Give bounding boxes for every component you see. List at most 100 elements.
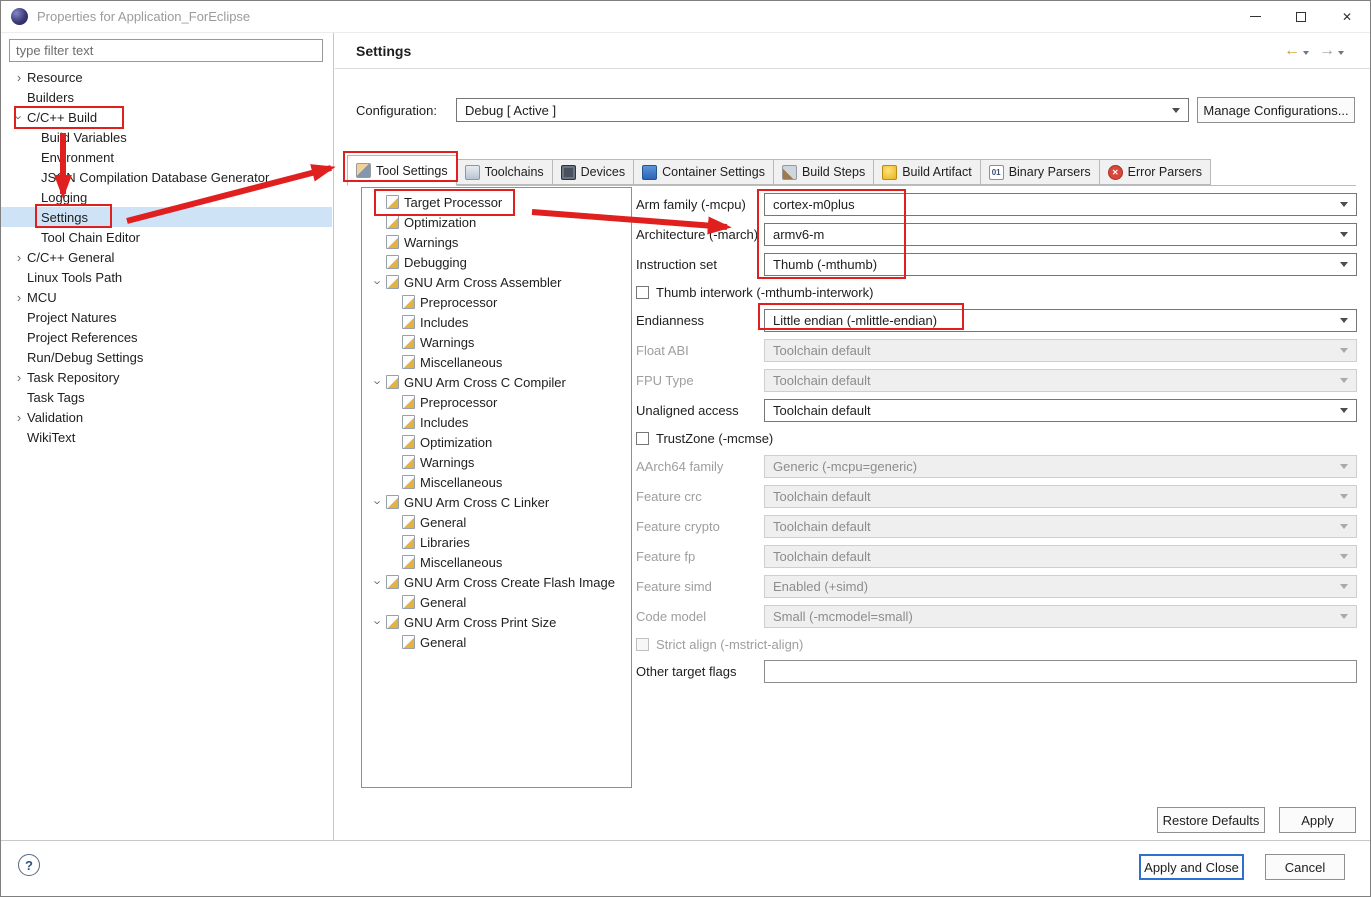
back-dropdown-icon[interactable] xyxy=(1303,50,1309,55)
filter-input[interactable] xyxy=(9,39,323,62)
checkbox[interactable] xyxy=(636,431,649,445)
sidebar-item-label: MCU xyxy=(27,289,57,305)
maximize-button[interactable] xyxy=(1278,1,1324,32)
tab[interactable]: Container Settings xyxy=(633,159,774,185)
sidebar-item[interactable]: Logging xyxy=(1,187,332,207)
tool-tree-item[interactable]: GNU Arm Cross Print Size xyxy=(362,612,631,632)
form-row: Feature fp Toolchain default xyxy=(636,541,1357,571)
tool-tree-item[interactable]: Includes xyxy=(362,412,631,432)
chevron-down-icon xyxy=(1172,107,1180,113)
sidebar-item[interactable]: MCU xyxy=(1,287,332,307)
sidebar-item[interactable]: Settings xyxy=(1,207,332,227)
tool-tree-item[interactable]: Warnings xyxy=(362,452,631,472)
sidebar-item[interactable]: Environment xyxy=(1,147,332,167)
sidebar-item[interactable]: Task Tags xyxy=(1,387,332,407)
tab[interactable]: Devices xyxy=(551,159,635,185)
configuration-dropdown[interactable]: Debug [ Active ] xyxy=(456,98,1189,122)
settings-page-icon xyxy=(386,375,399,389)
text-field[interactable] xyxy=(764,659,1357,683)
expand-arrow-icon[interactable] xyxy=(370,576,386,589)
tab[interactable]: Toolchains xyxy=(455,159,553,185)
tool-tree-item[interactable]: Preprocessor xyxy=(362,392,631,412)
expand-arrow-icon[interactable] xyxy=(11,251,27,264)
sidebar-item[interactable]: JSON Compilation Database Generator xyxy=(1,167,332,187)
tool-tree-item[interactable]: General xyxy=(362,592,631,612)
sidebar-item[interactable]: C/C++ Build xyxy=(1,107,332,127)
tab[interactable]: Error Parsers xyxy=(1098,159,1211,185)
tool-tree-item[interactable]: Libraries xyxy=(362,532,631,552)
tool-tree-item[interactable]: GNU Arm Cross Assembler xyxy=(362,272,631,292)
tool-tree-item[interactable]: Target Processor xyxy=(362,192,631,212)
tool-tree-item[interactable]: Warnings xyxy=(362,232,631,252)
apply-and-close-button[interactable]: Apply and Close xyxy=(1139,854,1244,880)
sidebar-item[interactable]: Project References xyxy=(1,327,332,347)
tool-tree-item-label: Miscellaneous xyxy=(420,474,503,490)
tool-tree-item[interactable]: Optimization xyxy=(362,212,631,232)
sidebar-item[interactable]: Build Variables xyxy=(1,127,332,147)
sidebar-item[interactable]: Run/Debug Settings xyxy=(1,347,332,367)
sidebar-item[interactable]: Resource xyxy=(1,67,332,87)
tool-tree-item[interactable]: Optimization xyxy=(362,432,631,452)
dropdown[interactable]: Toolchain default xyxy=(764,398,1357,422)
tool-tree-item[interactable]: Debugging xyxy=(362,252,631,272)
minimize-button[interactable] xyxy=(1232,1,1278,32)
expand-arrow-icon[interactable] xyxy=(370,496,386,509)
tab[interactable]: Build Steps xyxy=(772,159,875,185)
sidebar-item[interactable]: Validation xyxy=(1,407,332,427)
dropdown[interactable]: Little endian (-mlittle-endian) xyxy=(764,308,1357,332)
tool-tree-item[interactable]: Miscellaneous xyxy=(362,352,631,372)
expand-arrow-icon[interactable] xyxy=(11,71,27,84)
dropdown[interactable]: Thumb (-mthumb) xyxy=(764,252,1357,276)
expand-arrow-icon[interactable] xyxy=(11,111,27,124)
help-button[interactable]: ? xyxy=(18,854,40,876)
tool-tree-item[interactable]: GNU Arm Cross C Compiler xyxy=(362,372,631,392)
sidebar-item[interactable]: Task Repository xyxy=(1,367,332,387)
page-title: Settings xyxy=(356,43,412,59)
tool-tree-item[interactable]: Warnings xyxy=(362,332,631,352)
expand-arrow-icon[interactable] xyxy=(11,411,27,424)
main-panel: Settings Configuration: Debug [ Active ]… xyxy=(335,33,1370,840)
sidebar-item[interactable]: Builders xyxy=(1,87,332,107)
tool-tree-item[interactable]: General xyxy=(362,512,631,532)
checkbox[interactable] xyxy=(636,285,649,299)
forward-dropdown-icon[interactable] xyxy=(1338,50,1344,55)
tool-tree-item-label: Preprocessor xyxy=(420,294,498,310)
tab[interactable]: Binary Parsers xyxy=(979,159,1100,185)
sidebar-item[interactable]: Project Natures xyxy=(1,307,332,327)
tool-tree-item[interactable]: GNU Arm Cross C Linker xyxy=(362,492,631,512)
field-label: Arm family (-mcpu) xyxy=(636,196,746,212)
tool-tree-item-label: General xyxy=(420,514,467,530)
sidebar-item[interactable]: WikiText xyxy=(1,427,332,447)
restore-defaults-button[interactable]: Restore Defaults xyxy=(1157,807,1265,833)
sidebar-item[interactable]: C/C++ General xyxy=(1,247,332,267)
tool-tree-item[interactable]: Miscellaneous xyxy=(362,552,631,572)
sidebar-item[interactable]: Linux Tools Path xyxy=(1,267,332,287)
back-arrow-icon[interactable] xyxy=(1284,42,1300,60)
tool-tree-item[interactable]: Includes xyxy=(362,312,631,332)
expand-arrow-icon[interactable] xyxy=(11,291,27,304)
tool-tree-item[interactable]: GNU Arm Cross Create Flash Image xyxy=(362,572,631,592)
dropdown[interactable]: cortex-m0plus xyxy=(764,192,1357,216)
tool-tree-item[interactable]: Miscellaneous xyxy=(362,472,631,492)
form-row: AArch64 family Generic (-mcpu=generic) xyxy=(636,451,1357,481)
configuration-row: Configuration: Debug [ Active ] Manage C… xyxy=(356,97,1355,123)
tool-tree-item[interactable]: Preprocessor xyxy=(362,292,631,312)
tool-tree-item[interactable]: General xyxy=(362,632,631,652)
tab[interactable]: Tool Settings xyxy=(347,155,457,186)
forward-arrow-icon[interactable] xyxy=(1319,42,1335,60)
tab[interactable]: Build Artifact xyxy=(873,159,981,185)
expand-arrow-icon[interactable] xyxy=(370,616,386,629)
expand-arrow-icon[interactable] xyxy=(370,376,386,389)
form-row: Strict align (-mstrict-align) xyxy=(636,631,1357,657)
tool-tree-item-label: Optimization xyxy=(404,214,477,230)
expand-arrow-icon[interactable] xyxy=(11,371,27,384)
expand-arrow-icon[interactable] xyxy=(370,276,386,289)
sidebar-item[interactable]: Tool Chain Editor xyxy=(1,227,332,247)
apply-button[interactable]: Apply xyxy=(1279,807,1356,833)
cancel-button[interactable]: Cancel xyxy=(1265,854,1345,880)
manage-configurations-button[interactable]: Manage Configurations... xyxy=(1197,97,1355,123)
dropdown-value: Toolchain default xyxy=(773,518,871,534)
dropdown[interactable]: armv6-m xyxy=(764,222,1357,246)
close-button[interactable] xyxy=(1324,1,1370,32)
field-label: Instruction set xyxy=(636,256,717,272)
